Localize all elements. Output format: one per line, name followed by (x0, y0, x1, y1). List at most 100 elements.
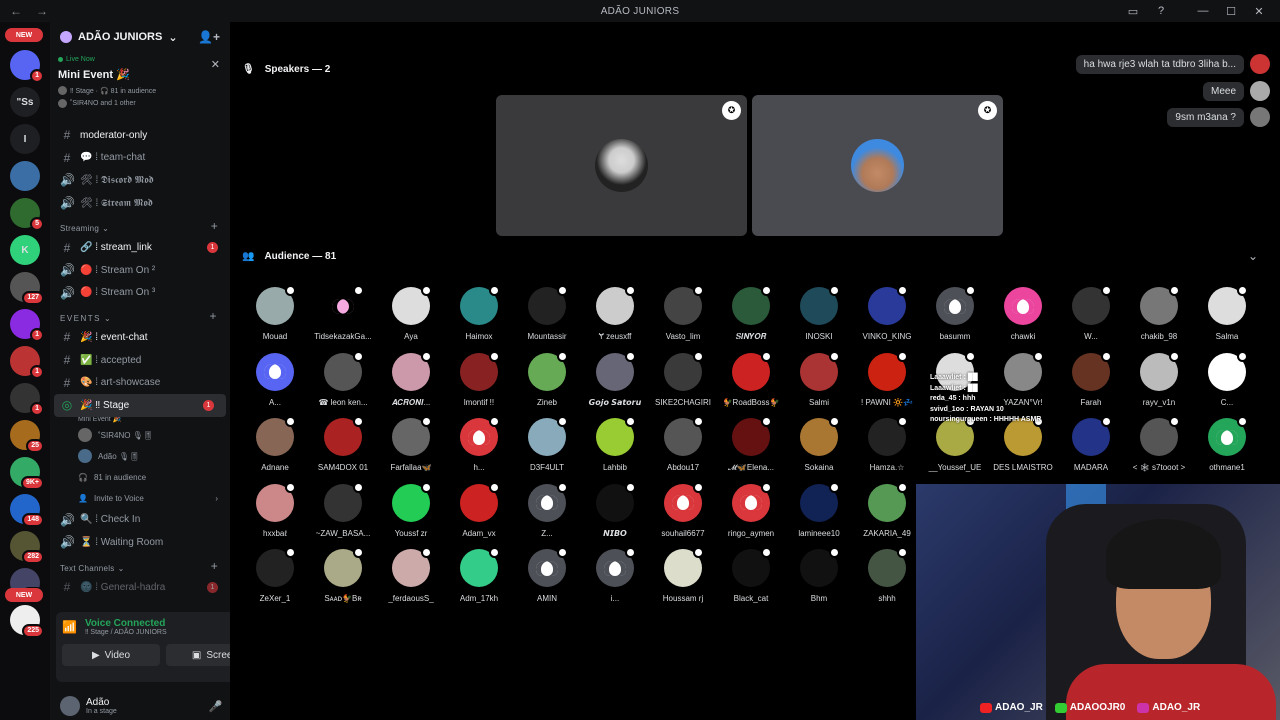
audience-member[interactable]: Black_cat (717, 547, 785, 603)
audience-member[interactable]: shhh (853, 547, 921, 603)
audience-member[interactable]: souhail6677 (649, 481, 717, 538)
add-channel-icon[interactable]: + (209, 309, 218, 323)
audience-member[interactable]: Hamza.☆ (853, 416, 921, 472)
channel-item[interactable]: 🔊 🔴 ⁞ Stream On ³ (50, 282, 230, 305)
audience-member[interactable]: VINKO_KING (853, 285, 921, 341)
server-icon[interactable]: 1 (10, 383, 44, 416)
audience-member[interactable]: ZAKARIA_49 (853, 481, 921, 538)
audience-member[interactable]: ~ZAW_BASA... (309, 481, 377, 538)
channel-item[interactable]: # 💬 ⁞ team-chat (50, 147, 230, 170)
new-servers-pill-top[interactable]: NEW (5, 28, 43, 42)
audience-member[interactable]: Abdou17 (649, 416, 717, 472)
invite-people-icon[interactable]: 👤+ (198, 30, 220, 44)
audience-member[interactable]: i... (581, 547, 649, 603)
channel-item[interactable]: 🔊 🛠 ⁞ 𝕾𝖙𝖗𝖊𝖆𝖒 𝕸𝖔𝖉 (50, 192, 230, 215)
server-icon[interactable]: 225 (10, 605, 44, 638)
channel-stage[interactable]: ◎ 🎉 ‼ Stage 1 (54, 393, 226, 417)
server-icon[interactable]: 1 (10, 50, 44, 83)
audience-member[interactable]: MADARA (1057, 416, 1125, 472)
audience-member[interactable]: Houssam rj (649, 547, 717, 603)
channel-item[interactable]: 🔊 🛠 ⁞ 𝕯𝖎𝖘𝖈𝖔𝖗𝖉 𝕸𝖔𝖉 (50, 169, 230, 192)
audience-member[interactable]: chakib_98 (1125, 285, 1193, 341)
chevron-down-icon[interactable]: ⌄ (1248, 249, 1258, 263)
voice-status-title[interactable]: Voice Connected (85, 618, 228, 629)
microphone-icon[interactable]: 🎤 (209, 700, 223, 713)
forward-arrow-icon[interactable]: → (36, 4, 48, 18)
audience-member[interactable]: DES LMAISTRO (989, 416, 1057, 472)
server-icon[interactable]: K (10, 235, 40, 265)
audience-member[interactable]: Salmi (785, 350, 853, 407)
audience-member[interactable]: W... (1057, 285, 1125, 341)
audience-member[interactable]: hxxbaℓ (241, 481, 309, 538)
audience-member[interactable]: Mountassir (513, 285, 581, 341)
category-text-channels[interactable]: Text Channels ⌄ + (50, 554, 230, 576)
audience-member[interactable]: Adm_17kh (445, 547, 513, 603)
audience-member[interactable]: Salma (1193, 285, 1261, 341)
audience-member[interactable]: ! PAWNI 🔆💤 (853, 350, 921, 407)
audience-member[interactable]: basumm (921, 285, 989, 341)
audience-member[interactable]: Zineb (513, 350, 581, 407)
audience-member[interactable]: Youssf zr (377, 481, 445, 538)
stage-user[interactable]: ˚SIR4NO 🎙🎚 (50, 425, 230, 446)
server-icon[interactable]: I (10, 124, 40, 154)
audience-member[interactable]: SAM4DOX 01 (309, 416, 377, 472)
channel-item[interactable]: 🔊 🔴 ⁞ Stream On ² (50, 259, 230, 282)
channel-item[interactable]: # 🔗 ⁞ stream_link 1 (50, 236, 230, 259)
audience-member[interactable]: h... (445, 416, 513, 472)
audience-member[interactable]: AMIN (513, 547, 581, 603)
audience-member[interactable]: Vasto_lim (649, 285, 717, 341)
audience-member[interactable]: Aya (377, 285, 445, 341)
minimize-icon[interactable]: — (1196, 5, 1210, 17)
server-icon[interactable]: 1 (10, 309, 44, 342)
channel-item[interactable]: # moderator-only (50, 124, 230, 147)
audience-member[interactable]: Mouad (241, 285, 309, 341)
channel-item[interactable]: # ✅ ⁞ accepted (50, 349, 230, 372)
audience-member[interactable]: Z... (513, 481, 581, 538)
channel-item[interactable]: # 🎉 ⁞ event-chat (50, 326, 230, 349)
speaker-tile[interactable]: ✪ (496, 95, 747, 236)
channel-item[interactable]: # 🎨 ⁞ art-showcase (50, 371, 230, 394)
close-window-icon[interactable]: ✕ (1252, 5, 1266, 18)
audience-member[interactable]: Sᴀᴀᴅ🐓Bʀ (309, 547, 377, 603)
audience-member[interactable]: _ferdaousS_ (377, 547, 445, 603)
server-icon[interactable]: 5 (10, 198, 44, 231)
help-icon[interactable]: ? (1154, 5, 1168, 17)
inbox-icon[interactable]: ▭ (1126, 5, 1140, 18)
audience-member[interactable]: 🐓RoadBoss🐓 (717, 350, 785, 407)
server-icon[interactable]: 282 (10, 531, 44, 564)
audience-member[interactable]: Adnane (241, 416, 309, 472)
category-streaming[interactable]: Streaming ⌄ + (50, 214, 230, 236)
voice-status-sub[interactable]: ‼ Stage / ADÃO JUNIORS (85, 629, 228, 636)
audience-member[interactable]: Lahbib (581, 416, 649, 472)
audience-member[interactable]: 𝙂𝙤𝙟𝙤 𝙎𝙖𝙩𝙤𝙧𝙪 (581, 350, 649, 407)
audience-member[interactable]: lamineee10 (785, 481, 853, 538)
live-now-card[interactable]: Live Now Mini Event 🎉 ‼ Stage · 🎧 81 in … (50, 52, 230, 112)
stage-audience-count[interactable]: 🎧 81 in audience (50, 467, 230, 488)
audience-member[interactable]: ☎ leon ken... (309, 350, 377, 407)
audience-member[interactable]: Adam_vx (445, 481, 513, 538)
audience-member[interactable]: 𝑺𝑰𝑵𝒀𝑶𝑹 (717, 285, 785, 342)
audience-member[interactable]: INOSKI (785, 285, 853, 341)
audience-member[interactable]: TidsekazakGa... (309, 285, 377, 341)
audience-member[interactable]: __Youssef_UE (921, 416, 989, 472)
back-arrow-icon[interactable]: ← (10, 4, 22, 18)
server-icon[interactable] (10, 161, 40, 191)
category-events[interactable]: EVENTS ⌄ + (50, 304, 230, 326)
audience-member[interactable]: Farfallaa🦋 (377, 416, 445, 472)
audience-member[interactable]: ZeXer_1 (241, 547, 309, 603)
server-icon[interactable]: "Ss (10, 87, 40, 117)
video-button[interactable]: ▶ Video (62, 644, 160, 666)
audience-member[interactable]: Haimox (445, 285, 513, 341)
channel-general[interactable]: # 🌚 ⁞ General-hadra 1 (50, 576, 230, 599)
speaker-tile[interactable]: ✪ (752, 95, 1003, 236)
server-icon[interactable]: 1 (10, 346, 44, 379)
audience-member[interactable]: 𝓜🦋Elena... (717, 416, 785, 473)
audience-member[interactable]: rayv_v1n (1125, 350, 1193, 407)
invite-to-voice[interactable]: 👤 Invite to Voice › (50, 488, 230, 509)
new-servers-pill-bottom[interactable]: NEW (5, 588, 43, 602)
maximize-icon[interactable]: ☐ (1224, 5, 1238, 18)
server-icon[interactable]: 9K+ (10, 457, 44, 490)
channel-item[interactable]: 🔊 ⏳ ⁞ Waiting Room (50, 531, 230, 554)
audience-member[interactable]: < 🕸 s7tooot > (1125, 416, 1193, 472)
add-channel-icon[interactable]: + (211, 219, 218, 233)
